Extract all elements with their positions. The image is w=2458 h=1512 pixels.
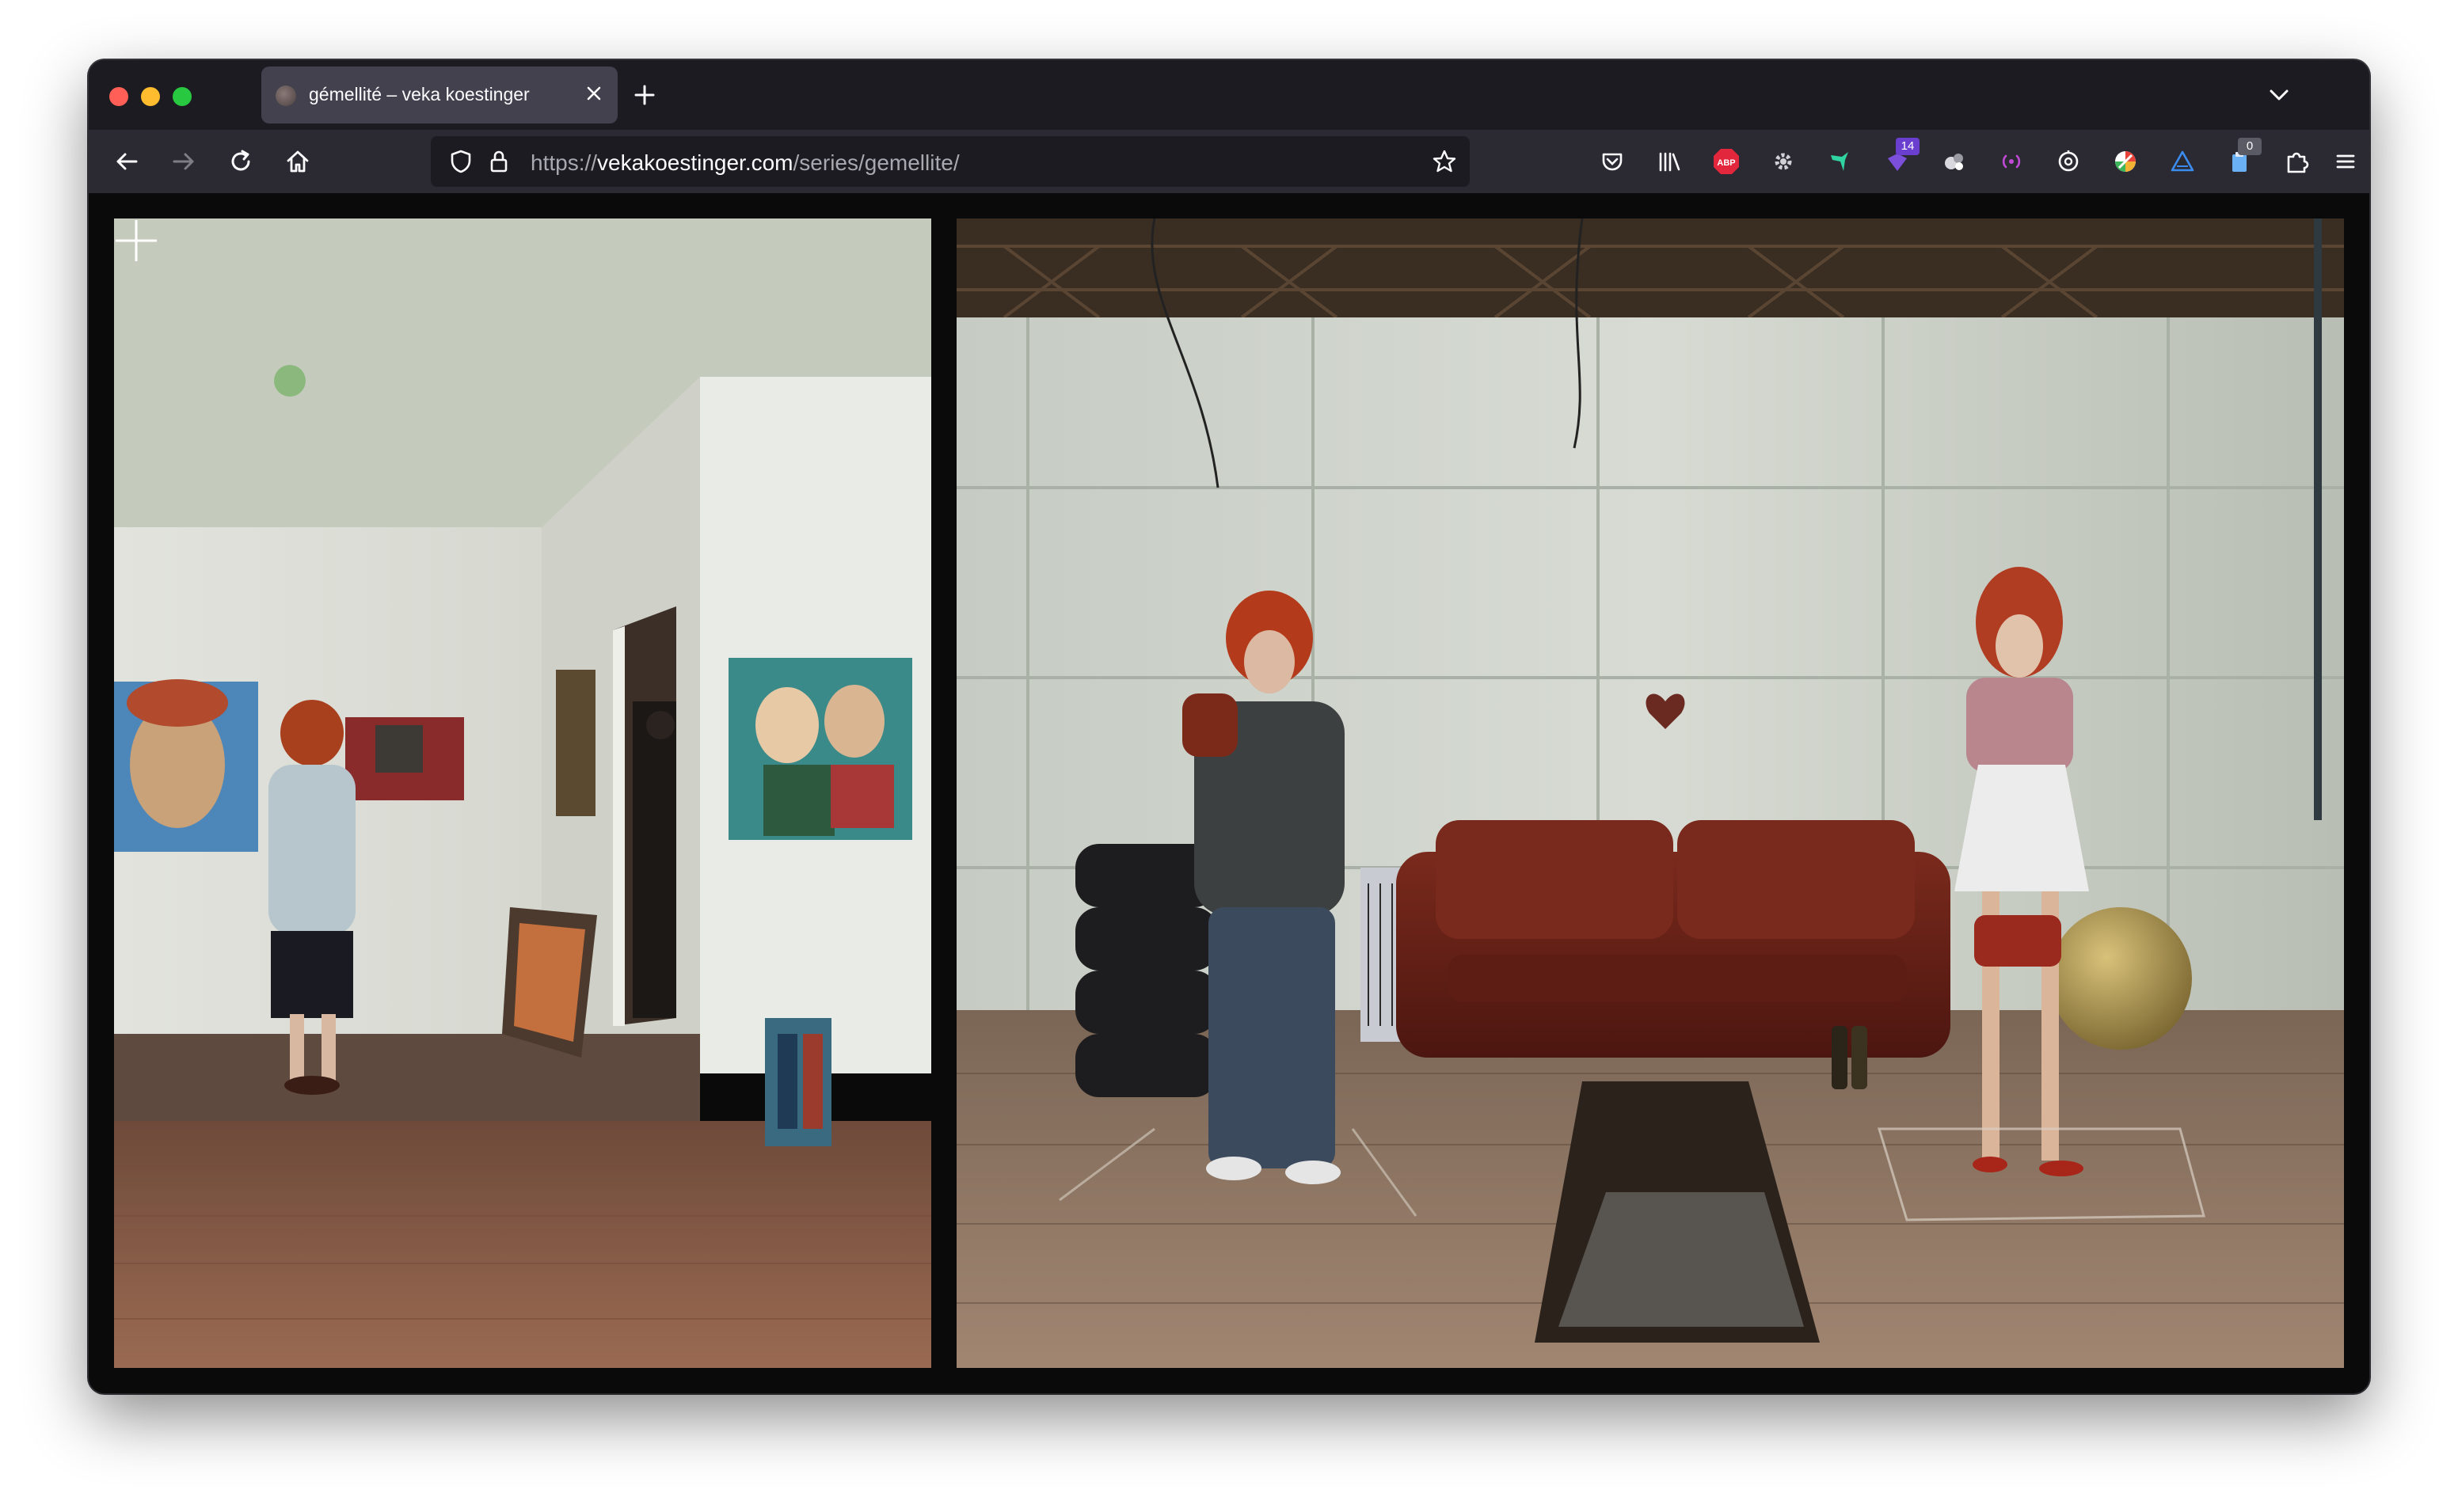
broadcast-extension-icon[interactable] [1992,142,2030,180]
window-maximize-button[interactable] [173,87,192,106]
tab-active[interactable]: gémellité – veka koestinger [261,66,618,123]
library-icon[interactable] [1650,142,1688,180]
pocket-icon[interactable] [1593,142,1631,180]
svg-text:ABP: ABP [1717,158,1735,168]
window-minimize-button[interactable] [141,87,160,106]
arrow-right-icon [173,153,194,170]
triangle-extension-icon[interactable] [2163,142,2201,180]
lock-icon[interactable] [485,147,513,176]
adblock-plus-icon[interactable]: ABP [1707,142,1745,180]
url-bar[interactable]: https://vekakoestinger.com/series/gemell… [431,136,1470,187]
color-wheel-extension-icon[interactable] [2106,142,2144,180]
home-icon [287,150,309,173]
url-host: vekakoestinger.com [597,150,793,175]
close-icon [587,86,601,101]
gallery-scene-image [114,218,931,1368]
window-close-button[interactable] [109,87,128,106]
page-content [89,193,2369,1393]
extensions-puzzle-icon[interactable] [2277,142,2315,180]
extension-badge: 14 [1896,138,1920,155]
settings-gear-extension-icon[interactable] [1764,142,1802,180]
photo-gallery-scene[interactable] [114,218,931,1368]
url-scheme: https:// [531,150,598,175]
back-button[interactable] [108,142,146,180]
navigation-toolbar: https://vekakoestinger.com/series/gemell… [89,130,2369,193]
new-tab-button[interactable] [627,78,662,112]
arrow-left-icon [116,153,138,170]
favicon-icon [276,85,296,106]
list-all-tabs-button[interactable] [2262,78,2296,112]
hummingbird-extension-icon[interactable] [1821,142,1859,180]
url-text[interactable]: https://vekakoestinger.com/series/gemell… [531,150,960,176]
clock-target-extension-icon[interactable] [2049,142,2087,180]
tab-title: gémellité – veka koestinger [309,84,530,104]
browser-window: gémellité – veka koestinger https://veka… [89,60,2369,1393]
forward-button[interactable] [165,142,203,180]
photo-warehouse-scene[interactable] [957,218,2344,1368]
tab-close-button[interactable] [578,78,610,109]
warehouse-scene-image [957,218,2344,1368]
hamburger-menu-icon[interactable] [2327,142,2365,180]
bookmark-star-icon[interactable] [1430,147,1459,176]
reload-icon [231,150,250,171]
chevron-down-icon [2270,89,2289,101]
url-path: /series/gemellite/ [793,150,960,175]
plus-icon [634,85,655,105]
reload-button[interactable] [222,142,260,180]
shield-icon[interactable] [447,147,475,176]
counter-extension-icon[interactable]: 14 [1878,138,1920,180]
tab-strip: gémellité – veka koestinger [89,60,2369,130]
clipboard-extension-icon[interactable]: 0 [2220,138,2262,180]
home-button[interactable] [279,142,317,180]
circles-extension-icon[interactable] [1935,142,1973,180]
extension-badge: 0 [2238,138,2262,155]
